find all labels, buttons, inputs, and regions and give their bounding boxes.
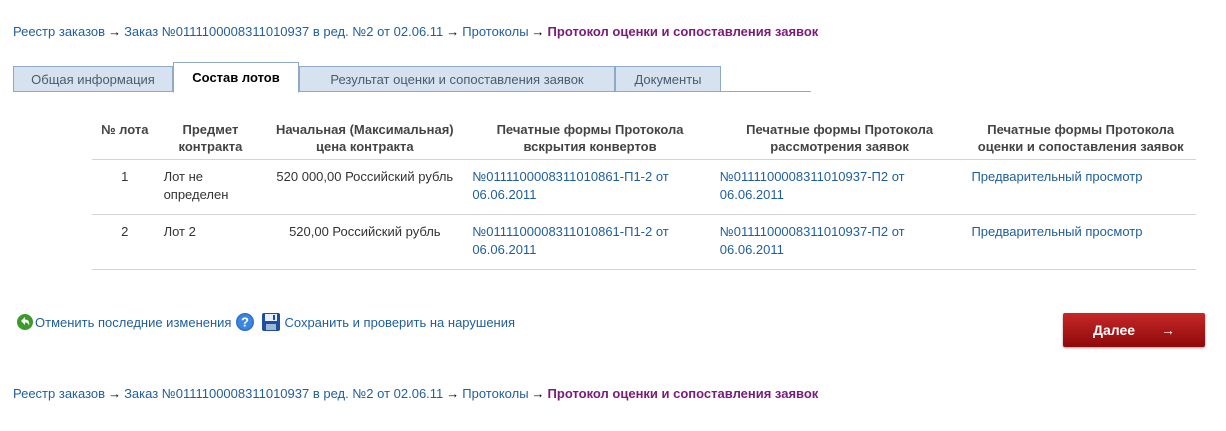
next-button[interactable]: Далее → (1063, 313, 1205, 347)
preview-link[interactable]: Предварительный просмотр (971, 224, 1142, 239)
breadcrumb-arrow: → (446, 386, 460, 401)
breadcrumb-registry-link[interactable]: Реестр заказов (13, 386, 105, 401)
breadcrumb-arrow: → (446, 24, 460, 39)
preview-link[interactable]: Предварительный просмотр (971, 169, 1142, 184)
help-icon[interactable]: ? (235, 312, 255, 332)
arrow-right-icon: → (1161, 322, 1176, 338)
opening-protocol-link[interactable]: №0111100008311010861-П1-2 от 06.06.2011 (472, 169, 668, 202)
header-contract-subject: Предмет контракта (178, 122, 243, 154)
tab-documents[interactable]: Документы (615, 66, 721, 92)
breadcrumb-arrow: → (108, 386, 122, 401)
lot-number: 1 (92, 159, 158, 215)
breadcrumb-protocols-link[interactable]: Протоколы (462, 24, 528, 39)
header-opening-forms: Печатные формы Протокола вскрытия конвер… (496, 122, 684, 154)
review-protocol-link[interactable]: №0111100008311010937-П2 от 06.06.2011 (720, 169, 905, 202)
action-bar: Отменить последние изменения ? Сохранить… (15, 312, 515, 332)
breadcrumb-order-link[interactable]: Заказ №0111100008311010937 в ред. №2 от … (124, 386, 443, 401)
undo-changes-link[interactable]: Отменить последние изменения (35, 315, 231, 330)
header-evaluation-forms: Печатные формы Протокола оценки и сопост… (977, 122, 1184, 154)
breadcrumb-registry-link[interactable]: Реестр заказов (13, 24, 105, 39)
table-row: 2 Лот 2 520,00 Российский рубль №0111100… (92, 214, 1196, 270)
save-and-check-link[interactable]: Сохранить и проверить на нарушения (284, 315, 515, 330)
lots-table: № лота Предмет контракта Начальная (Макс… (92, 117, 1196, 270)
breadcrumb-current: Протокол оценки и сопоставления заявок (547, 386, 819, 401)
review-protocol-link[interactable]: №0111100008311010937-П2 от 06.06.2011 (720, 224, 905, 257)
header-initial-price: Начальная (Максимальная) цена контракта (275, 122, 454, 154)
table-row: 1 Лот не определен 520 000,00 Российский… (92, 159, 1196, 215)
lot-number: 2 (92, 214, 158, 270)
tab-bar: Общая информация Состав лотов Результат … (13, 62, 811, 93)
breadcrumb-top: Реестр заказов → Заказ №011110000831101093… (13, 24, 818, 39)
breadcrumb-arrow: → (531, 386, 545, 401)
table-header-row: № лота Предмет контракта Начальная (Макс… (92, 117, 1196, 160)
tab-general-info[interactable]: Общая информация (13, 66, 173, 92)
lot-price: 520,00 Российский рубль (263, 214, 467, 270)
header-lot-number: № лота (101, 122, 149, 137)
next-button-label: Далее (1092, 322, 1136, 338)
breadcrumb-order-link[interactable]: Заказ №0111100008311010937 в ред. №2 от … (124, 24, 443, 39)
breadcrumb-arrow: → (531, 24, 545, 39)
save-icon[interactable] (261, 312, 281, 332)
breadcrumb-arrow: → (108, 24, 122, 39)
lot-subject: Лот 2 (157, 214, 264, 270)
lot-price: 520 000,00 Российский рубль (263, 159, 467, 215)
breadcrumb-bottom: Реестр заказов → Заказ №011110000831101093… (13, 386, 818, 401)
svg-text:?: ? (241, 315, 249, 330)
opening-protocol-link[interactable]: №0111100008311010861-П1-2 от 06.06.2011 (472, 224, 668, 257)
undo-icon[interactable] (15, 312, 35, 332)
header-review-forms: Печатные формы Протокола рассмотрения за… (746, 122, 934, 154)
tab-evaluation-result[interactable]: Результат оценки и сопоставления заявок (299, 66, 615, 92)
lot-subject: Лот не определен (157, 159, 264, 215)
breadcrumb-current: Протокол оценки и сопоставления заявок (547, 24, 819, 39)
breadcrumb-protocols-link[interactable]: Протоколы (462, 386, 528, 401)
tab-lots[interactable]: Состав лотов (173, 62, 299, 93)
